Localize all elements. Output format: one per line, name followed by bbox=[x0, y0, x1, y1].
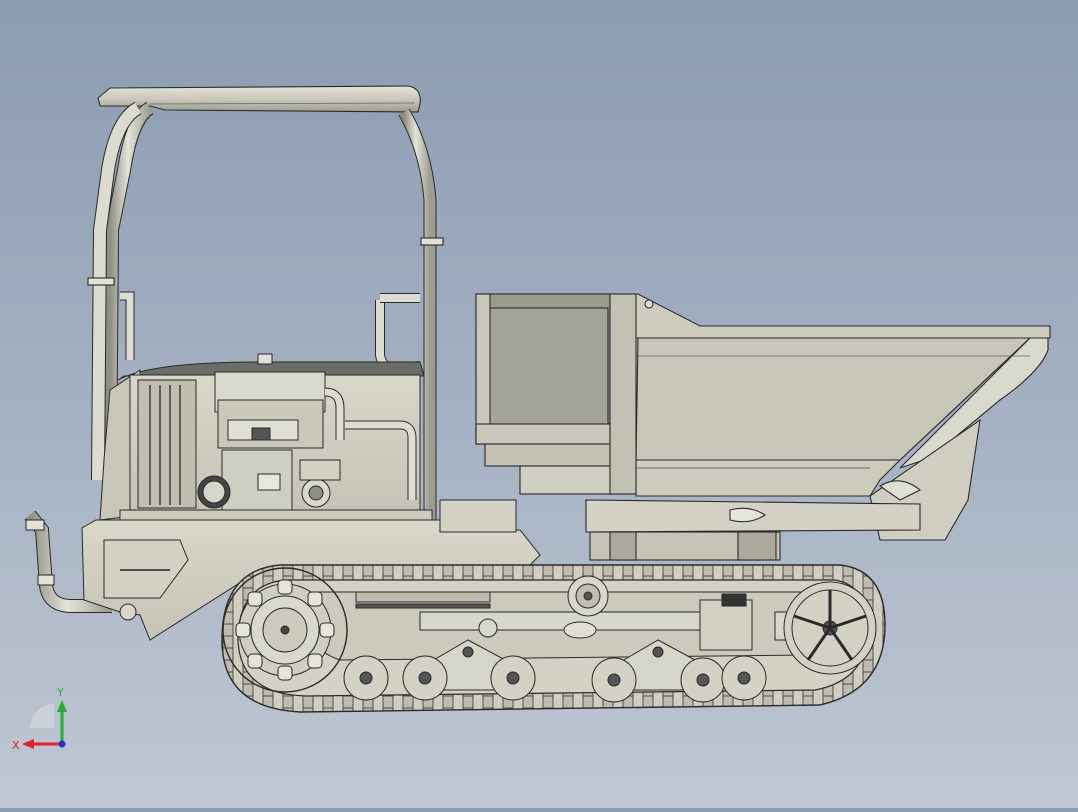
cad-viewport[interactable]: Y X bbox=[0, 0, 1078, 808]
z-axis-dot bbox=[58, 740, 66, 748]
drive-sprocket bbox=[222, 567, 348, 693]
crawler-track bbox=[221, 564, 886, 713]
tracked-dumper-drawing bbox=[24, 85, 1051, 713]
x-axis-label: X bbox=[12, 739, 20, 752]
y-axis-arrow bbox=[57, 700, 67, 712]
x-axis-arrow bbox=[22, 739, 34, 749]
dump-bed bbox=[475, 293, 1051, 561]
coordinate-triad: Y X bbox=[12, 686, 67, 752]
idler-wheel bbox=[783, 581, 877, 675]
engine-compartment bbox=[99, 353, 433, 523]
y-axis-label: Y bbox=[56, 686, 64, 699]
